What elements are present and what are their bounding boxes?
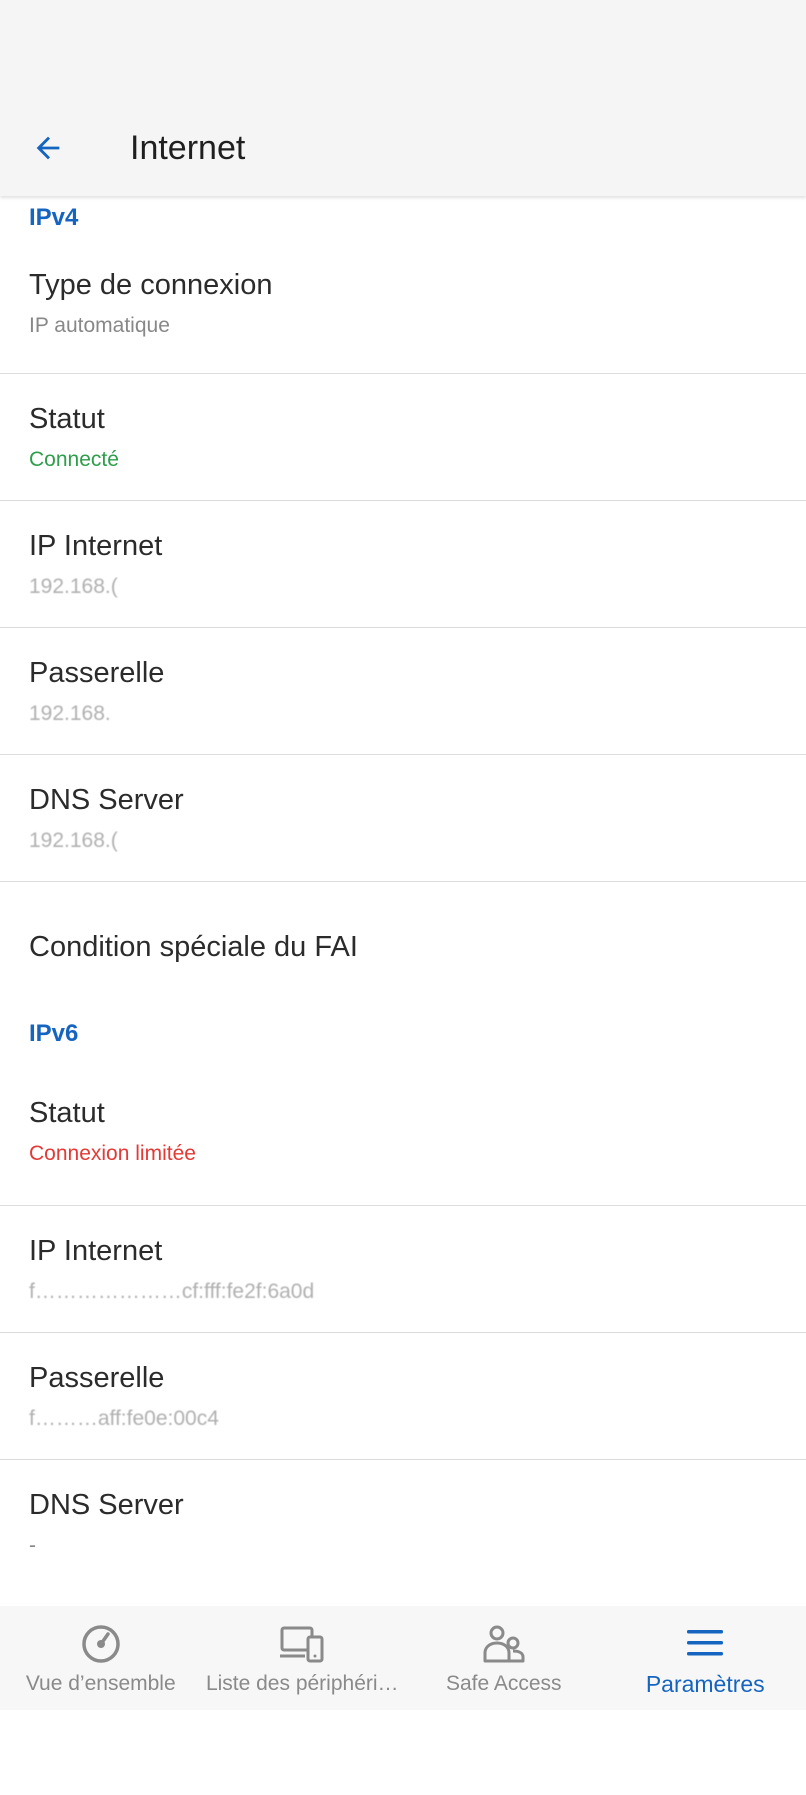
row-label: IP Internet bbox=[29, 1234, 163, 1267]
row-value: f…………………cf:fff:fe2f:6a0d bbox=[29, 1280, 806, 1304]
bottom-navigation: Vue d’ensemble Liste des périphéri… Safe… bbox=[0, 1606, 806, 1710]
nav-label: Paramètres bbox=[645, 1670, 765, 1697]
back-button[interactable] bbox=[18, 118, 78, 178]
redacted-ip: f………aff:fe0e:00c4 bbox=[29, 1406, 219, 1430]
app-bar: Internet bbox=[0, 100, 806, 196]
row-isp-special-condition[interactable]: Condition spéciale du FAI bbox=[0, 882, 806, 1012]
row-value: 192.168. bbox=[29, 702, 806, 726]
nav-label: Liste des périphéri… bbox=[205, 1672, 399, 1695]
redacted-ip: 192.168. bbox=[29, 701, 111, 725]
nav-label: Safe Access bbox=[445, 1672, 562, 1695]
nav-item-safe-access[interactable]: Safe Access bbox=[403, 1606, 605, 1710]
row-ipv4-status[interactable]: Statut Connecté bbox=[0, 374, 806, 501]
settings-list[interactable]: IPv4 Type de connexion IP automatique St… bbox=[0, 196, 806, 1606]
row-label: IP Internet bbox=[29, 529, 163, 562]
row-value: - bbox=[29, 1534, 36, 1557]
row-value: f………aff:fe0e:00c4 bbox=[29, 1407, 806, 1431]
page-title: Internet bbox=[130, 128, 246, 167]
users-icon bbox=[482, 1620, 526, 1668]
row-label: DNS Server bbox=[29, 1489, 184, 1521]
row-label: Condition spéciale du FAI bbox=[29, 930, 358, 963]
nav-item-device-list[interactable]: Liste des périphéri… bbox=[202, 1606, 404, 1710]
status-bar bbox=[0, 0, 806, 100]
arrow-left-icon bbox=[36, 136, 60, 160]
redacted-ip: f…………………cf:fff:fe2f:6a0d bbox=[29, 1279, 315, 1303]
menu-icon bbox=[685, 1619, 725, 1667]
nav-item-settings[interactable]: Paramètres bbox=[605, 1606, 806, 1710]
redacted-ip: 192.168.( bbox=[29, 574, 118, 598]
row-label: Passerelle bbox=[29, 656, 165, 689]
section-header-ipv6: IPv6 bbox=[29, 1020, 79, 1047]
row-connection-type[interactable]: Type de connexion IP automatique bbox=[0, 234, 806, 374]
status-value-connected: Connecté bbox=[29, 447, 119, 471]
devices-icon bbox=[279, 1620, 325, 1668]
nav-label: Vue d’ensemble bbox=[25, 1672, 176, 1695]
row-ipv4-gateway[interactable]: Passerelle 192.168. bbox=[0, 628, 806, 755]
row-ipv4-dns[interactable]: DNS Server 192.168.( bbox=[0, 755, 806, 882]
row-value: 192.168.( bbox=[29, 829, 806, 853]
row-ipv6-dns[interactable]: DNS Server - bbox=[0, 1460, 806, 1587]
row-value: IP automatique bbox=[29, 314, 170, 337]
row-value: 192.168.( bbox=[29, 575, 806, 599]
status-value-limited: Connexion limitée bbox=[29, 1142, 196, 1165]
nav-item-overview[interactable]: Vue d’ensemble bbox=[0, 1606, 202, 1710]
section-header-ipv4: IPv4 bbox=[29, 204, 79, 231]
row-ipv6-internet-ip[interactable]: IP Internet f…………………cf:fff:fe2f:6a0d bbox=[0, 1206, 806, 1333]
row-ipv4-internet-ip[interactable]: IP Internet 192.168.( bbox=[0, 501, 806, 628]
row-label: Statut bbox=[29, 1097, 105, 1129]
row-label: Type de connexion bbox=[29, 269, 273, 301]
row-ipv6-status[interactable]: Statut Connexion limitée bbox=[0, 1058, 806, 1206]
gauge-icon bbox=[80, 1620, 122, 1668]
row-ipv6-gateway[interactable]: Passerelle f………aff:fe0e:00c4 bbox=[0, 1333, 806, 1460]
redacted-ip: 192.168.( bbox=[29, 828, 118, 852]
row-label: Statut bbox=[29, 402, 105, 435]
row-label: Passerelle bbox=[29, 1361, 165, 1394]
row-label: DNS Server bbox=[29, 783, 184, 816]
